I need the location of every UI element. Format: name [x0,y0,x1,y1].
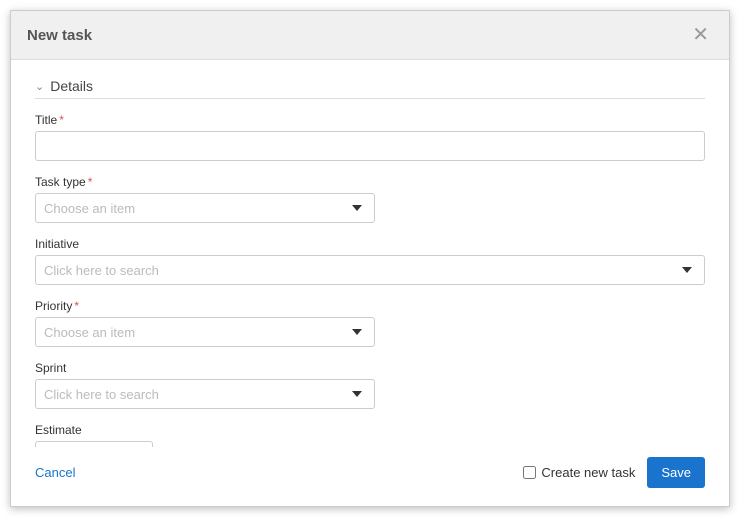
create-new-task-checkbox[interactable] [523,466,536,479]
chevron-down-icon: ⌄ [35,80,44,93]
cancel-button[interactable]: Cancel [35,465,75,480]
field-title: Title* [35,113,705,161]
details-section-toggle[interactable]: ⌄ Details [35,78,705,94]
section-label: Details [50,78,93,94]
select-placeholder: Choose an item [44,201,352,216]
modal-title: New task [27,27,92,44]
caret-down-icon [352,205,362,211]
select-placeholder: Choose an item [44,325,352,340]
close-button[interactable]: ✕ [688,23,713,47]
section-divider [35,98,705,99]
select-placeholder: Click here to search [44,387,352,402]
sprint-label: Sprint [35,361,705,375]
modal-footer: Cancel Create new task Save [11,447,729,506]
required-mark: * [88,175,93,189]
required-mark: * [74,299,79,313]
priority-select[interactable]: Choose an item [35,317,375,347]
caret-down-icon [682,267,692,273]
title-label: Title* [35,113,705,127]
field-initiative: Initiative Click here to search [35,237,705,285]
caret-down-icon [352,391,362,397]
close-icon: ✕ [692,24,709,46]
field-task-type: Task type* Choose an item [35,175,705,223]
create-new-task-label: Create new task [541,465,635,480]
task-type-label: Task type* [35,175,705,189]
field-estimate: Estimate [35,423,705,447]
field-sprint: Sprint Click here to search [35,361,705,409]
task-type-select[interactable]: Choose an item [35,193,375,223]
priority-label: Priority* [35,299,705,313]
new-task-modal: New task ✕ ⌄ Details Title* Task type* C… [10,10,730,507]
sprint-select[interactable]: Click here to search [35,379,375,409]
initiative-select[interactable]: Click here to search [35,255,705,285]
modal-body: ⌄ Details Title* Task type* Choose an it… [11,60,729,447]
estimate-label: Estimate [35,423,705,437]
required-mark: * [59,113,64,127]
footer-right: Create new task Save [523,457,705,488]
create-new-task-checkbox-wrap[interactable]: Create new task [523,465,635,480]
modal-header: New task ✕ [11,11,729,60]
field-priority: Priority* Choose an item [35,299,705,347]
caret-down-icon [352,329,362,335]
title-input[interactable] [35,131,705,161]
save-button[interactable]: Save [647,457,705,488]
initiative-label: Initiative [35,237,705,251]
select-placeholder: Click here to search [44,263,682,278]
